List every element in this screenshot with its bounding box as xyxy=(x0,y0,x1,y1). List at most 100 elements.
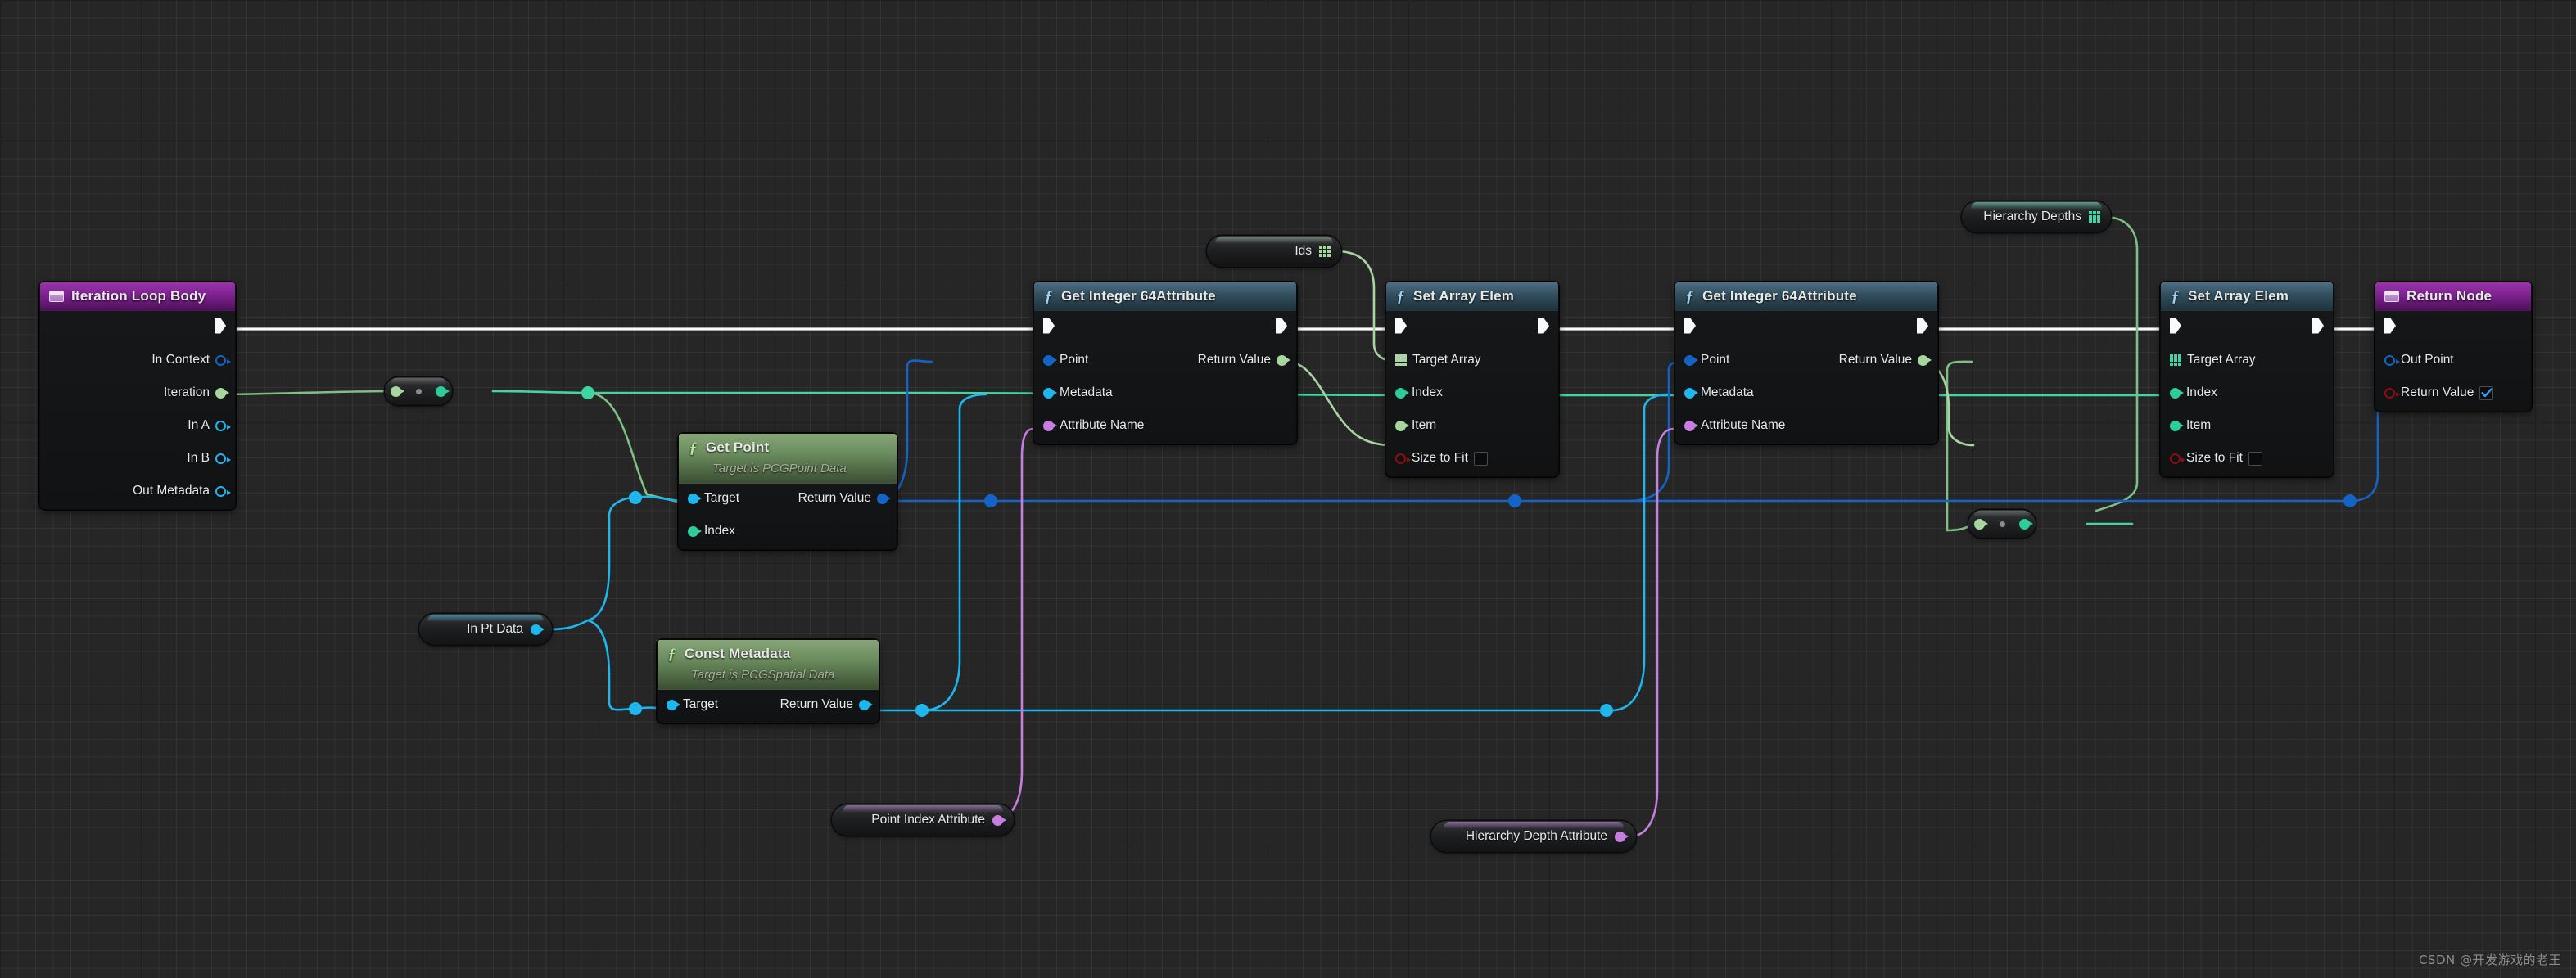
pin-row: Target Array xyxy=(1386,352,1558,368)
pin-row xyxy=(1034,318,1296,334)
pin-return-value[interactable] xyxy=(2384,387,2400,399)
pin-attribute-name[interactable] xyxy=(1684,420,1698,431)
knot-out-pin[interactable] xyxy=(2019,518,2033,530)
return-value-checkbox[interactable] xyxy=(2479,385,2494,400)
node-set-array-elem-2[interactable]: ƒ Set Array Elem Target Array Index Item… xyxy=(2160,282,2334,477)
node-body: Point Return Value Metadata Attribute Na… xyxy=(1675,311,1937,444)
pin-in-context[interactable] xyxy=(215,354,231,366)
pin-label: In Context xyxy=(151,353,210,367)
pin-metadata[interactable] xyxy=(1684,387,1698,399)
pin-target-array[interactable] xyxy=(1395,354,1407,366)
pin-row: Attribute Name xyxy=(1675,417,1937,434)
wire-layer xyxy=(218,215,2397,838)
pin-iteration[interactable] xyxy=(215,387,229,399)
pin-label: Size to Fit xyxy=(2186,451,2243,465)
node-get-integer-64-attribute-1[interactable]: ƒ Get Integer 64Attribute Point Return V… xyxy=(1033,282,1297,444)
pin-row: In B xyxy=(40,450,235,466)
pin-point-index-attribute[interactable] xyxy=(992,814,1006,826)
pin-size-to-fit[interactable] xyxy=(2170,453,2185,464)
variable-node-hierarchy-depths[interactable]: Hierarchy Depths xyxy=(1962,201,2111,232)
pin-return-value[interactable] xyxy=(877,493,891,504)
node-body: In Context Iteration In A In B Out Metad… xyxy=(40,311,235,509)
pin-return-value[interactable] xyxy=(1918,354,1932,366)
exec-out-pin[interactable] xyxy=(1538,318,1549,334)
pin-row: Out Metadata xyxy=(40,483,235,499)
wire-reroute-dot xyxy=(984,494,997,507)
pin-label: Metadata xyxy=(1060,385,1113,399)
reroute-knot-2[interactable] xyxy=(1968,510,2036,538)
pin-target[interactable] xyxy=(667,699,680,710)
pin-label: Target Array xyxy=(1412,353,1481,367)
pin-return-value[interactable] xyxy=(1277,354,1290,366)
size-to-fit-checkbox[interactable] xyxy=(2248,451,2262,466)
node-header: ƒ Set Array Elem xyxy=(2161,282,2333,311)
pin-in-a[interactable] xyxy=(215,420,231,431)
exec-out-pin[interactable] xyxy=(2312,318,2324,334)
wire-reroute-dot xyxy=(581,386,594,399)
blueprint-graph-canvas[interactable]: Iteration Loop Body In Context Iteration xyxy=(0,0,2576,978)
variable-node-in-pt-data[interactable]: In Pt Data xyxy=(419,614,552,645)
pin-row xyxy=(2375,318,2531,334)
pin-target[interactable] xyxy=(688,493,702,504)
wire-reroute-dot xyxy=(2343,494,2357,507)
pin-target-array[interactable] xyxy=(2170,354,2181,366)
node-const-metadata[interactable]: ƒ Const Metadata Target is PCGSpatial Da… xyxy=(657,639,879,723)
exec-in-pin[interactable] xyxy=(1043,318,1055,334)
exec-in-pin[interactable] xyxy=(2170,318,2181,334)
exec-out-pin[interactable] xyxy=(1276,318,1287,334)
knot-out-pin[interactable] xyxy=(436,385,450,397)
pin-row: Size to Fit xyxy=(1386,450,1558,466)
variable-label: Point Index Attribute xyxy=(871,813,985,827)
pin-index[interactable] xyxy=(1395,387,1409,399)
exec-out-pin[interactable] xyxy=(1917,318,1928,334)
size-to-fit-checkbox[interactable] xyxy=(1473,451,1488,466)
pin-out-point[interactable] xyxy=(2384,354,2400,366)
exec-in-pin[interactable] xyxy=(2384,318,2396,334)
node-get-integer-64-attribute-2[interactable]: ƒ Get Integer 64Attribute Point Return V… xyxy=(1674,282,1938,444)
pin-hierarchy-depth-attribute[interactable] xyxy=(1615,831,1629,842)
node-return-node[interactable]: Return Node Out Point Return Value xyxy=(2375,282,2532,412)
pin-index[interactable] xyxy=(2170,387,2184,399)
pin-return-value[interactable] xyxy=(859,699,873,710)
pin-out-metadata[interactable] xyxy=(215,485,231,497)
pin-item[interactable] xyxy=(2170,420,2184,431)
exec-in-pin[interactable] xyxy=(1684,318,1696,334)
knot-in-pin[interactable] xyxy=(1974,518,1988,530)
pin-row xyxy=(1386,318,1558,334)
node-set-array-elem-1[interactable]: ƒ Set Array Elem Target Array Index Item… xyxy=(1385,282,1559,477)
pin-point[interactable] xyxy=(1043,354,1057,366)
variable-node-hierarchy-depth-attribute[interactable]: Hierarchy Depth Attribute xyxy=(1431,821,1636,852)
variable-label: Ids xyxy=(1295,244,1312,258)
pin-label: Return Value xyxy=(798,491,871,505)
function-icon: ƒ xyxy=(667,645,676,663)
node-get-point[interactable]: ƒ Get Point Target is PCGPoint Data Targ… xyxy=(678,433,897,550)
node-header: Iteration Loop Body xyxy=(40,282,235,311)
pin-hierarchy-depths-array[interactable] xyxy=(2089,211,2100,223)
pin-label: Return Value xyxy=(780,697,853,711)
node-body: Target Array Index Item Size to Fit xyxy=(2161,311,2333,476)
reroute-knot-1[interactable] xyxy=(385,377,452,405)
pin-index[interactable] xyxy=(688,525,702,537)
exec-out-pin[interactable] xyxy=(215,318,226,334)
pin-point[interactable] xyxy=(1684,354,1698,366)
function-icon: ƒ xyxy=(2171,287,2180,305)
pin-label: Out Point xyxy=(2401,353,2454,367)
pin-in-pt-data[interactable] xyxy=(531,624,545,635)
function-icon: ƒ xyxy=(1044,287,1053,305)
variable-node-point-index-attribute[interactable]: Point Index Attribute xyxy=(832,804,1014,836)
pin-row: Metadata xyxy=(1034,385,1296,401)
pin-size-to-fit[interactable] xyxy=(1395,453,1411,464)
pin-ids-array[interactable] xyxy=(1319,246,1331,257)
pin-metadata[interactable] xyxy=(1043,387,1057,399)
pin-in-b[interactable] xyxy=(215,453,231,464)
pin-attribute-name[interactable] xyxy=(1043,420,1057,431)
pin-item[interactable] xyxy=(1395,420,1409,431)
exec-in-pin[interactable] xyxy=(1395,318,1407,334)
node-iteration-loop-body[interactable]: Iteration Loop Body In Context Iteration xyxy=(39,282,236,510)
pin-row: Index xyxy=(679,523,897,539)
variable-node-ids[interactable]: Ids xyxy=(1207,236,1341,267)
knot-in-pin[interactable] xyxy=(391,385,404,397)
pin-label: Return Value xyxy=(1197,353,1271,367)
pin-label: Index xyxy=(1412,385,1443,399)
pin-row: Return Value xyxy=(2375,385,2531,401)
